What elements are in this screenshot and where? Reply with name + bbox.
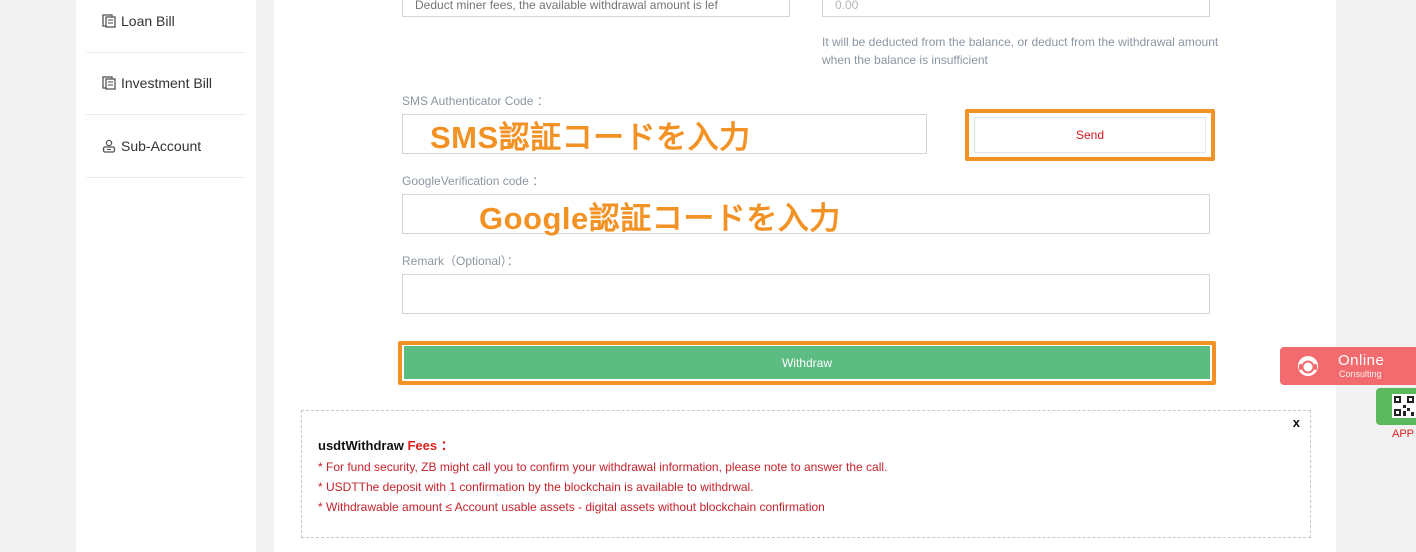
miner-fee-input[interactable] [823, 0, 1209, 16]
sidebar-item-loan-bill[interactable]: Loan Bill [86, 0, 246, 53]
sidebar-item-investment-bill[interactable]: Investment Bill [86, 52, 246, 115]
fees-title-prefix: usdtWithdraw [318, 438, 404, 453]
sms-code-annotation: SMS認証コードを入力 [430, 120, 751, 155]
bill-icon [100, 76, 118, 90]
sms-code-label: SMS Authenticator Code ： [402, 94, 549, 108]
sidebar: Loan Bill Investment Bill Sub-Account [76, 0, 256, 552]
app-label[interactable]: APP [1392, 428, 1414, 440]
sidebar-item-label: Loan Bill [121, 13, 175, 29]
bill-icon [100, 14, 118, 28]
fees-notice: x usdtWithdraw Fees ： * For fund securit… [301, 410, 1311, 538]
fee-note: * USDTThe deposit with 1 confirmation by… [318, 480, 754, 494]
fee-note: * For fund security, ZB might call you t… [318, 460, 888, 474]
account-icon [100, 139, 118, 153]
miner-fee-field[interactable] [822, 0, 1210, 17]
fees-title-highlight: Fees ： [407, 438, 454, 453]
close-notice-button[interactable]: x [1293, 415, 1300, 430]
google-code-label: GoogleVerification code ： [402, 174, 545, 188]
app-download-button[interactable] [1376, 388, 1416, 425]
withdraw-amount-field[interactable] [402, 0, 790, 17]
headset-icon [1296, 354, 1320, 378]
withdraw-highlight-frame [398, 341, 1216, 385]
fees-title: usdtWithdraw Fees ： [318, 435, 454, 454]
withdraw-amount-input[interactable] [403, 0, 789, 16]
fee-note: * Withdrawable amount ≤ Account usable a… [318, 500, 825, 514]
remark-label: Remark（Optional）： [402, 254, 519, 268]
sidebar-item-label: Investment Bill [121, 75, 213, 91]
remark-input[interactable] [403, 275, 1209, 313]
online-consulting-button[interactable]: Online Consulting [1280, 347, 1416, 385]
fee-hint: It will be deducted from the balance, or… [822, 35, 1219, 67]
online-subtitle: Consulting [1339, 369, 1382, 379]
online-title: Online [1338, 352, 1385, 369]
sidebar-item-sub-account[interactable]: Sub-Account [86, 115, 246, 178]
send-highlight-frame [965, 109, 1215, 161]
sidebar-item-label: Sub-Account [121, 138, 202, 154]
qr-code-icon [1392, 394, 1416, 423]
remark-field[interactable] [402, 274, 1210, 314]
google-code-annotation: Google認証コードを入力 [479, 201, 841, 236]
